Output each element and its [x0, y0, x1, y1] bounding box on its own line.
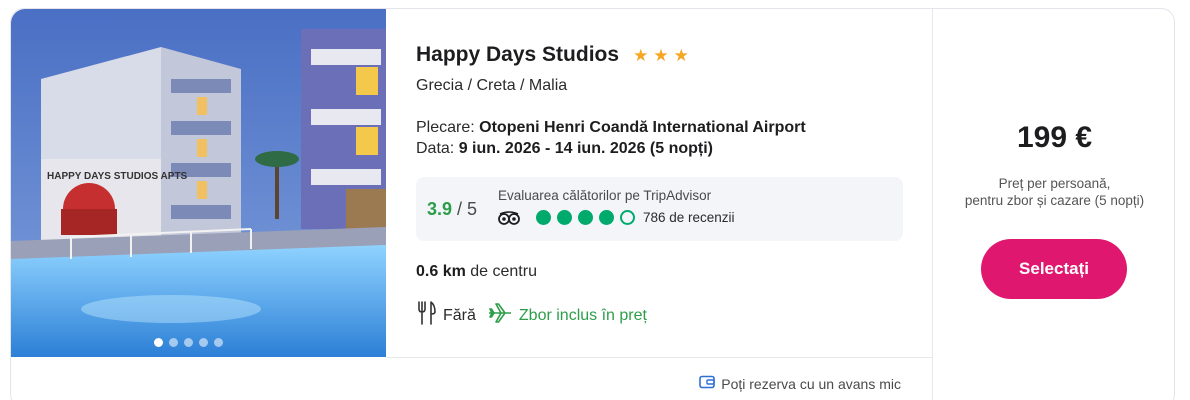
star-icon: ★ — [633, 45, 649, 65]
rating-score: 3.9 / 5 — [427, 199, 477, 220]
tripadvisor-rating: 3.9 / 5 Evaluarea călătorilor pe TripAdv… — [416, 177, 903, 241]
rating-label: Evaluarea călătorilor pe TripAdvisor — [498, 188, 712, 203]
meal-feature: Fără — [416, 301, 476, 330]
wallet-icon — [699, 375, 716, 392]
flight-feature: Zbor inclus în preț — [488, 302, 647, 329]
hotel-photo-image: HAPPY DAYS STUDIOS APTS — [11, 9, 386, 357]
date-value: 9 iun. 2026 - 14 iun. 2026 (5 nopți) — [458, 140, 713, 157]
slide-dot[interactable] — [199, 338, 208, 347]
slide-dot[interactable] — [169, 338, 178, 347]
rating-bubbles-row: 786 de recenzii — [498, 210, 735, 225]
cutlery-icon — [416, 301, 436, 330]
deposit-text: Poți rezerva cu un avans mic — [721, 375, 901, 392]
tripadvisor-owl-icon — [498, 210, 520, 225]
airplane-icon — [488, 302, 512, 329]
slide-dot[interactable] — [154, 338, 163, 347]
meal-label: Fără — [443, 306, 476, 324]
price-note-line1: Preț per persoană, — [998, 176, 1111, 191]
slide-dot[interactable] — [184, 338, 193, 347]
hotel-name[interactable]: Happy Days Studios — [416, 43, 619, 67]
hotel-photo[interactable]: HAPPY DAYS STUDIOS APTS — [11, 9, 386, 357]
rating-bubble-filled — [536, 210, 551, 225]
rating-score-value: 3.9 — [427, 199, 453, 219]
bottom-divider — [386, 357, 933, 358]
photo-slide-indicator — [11, 338, 386, 347]
hotel-card: HAPPY DAYS STUDIOS APTS Happy Days Studi… — [10, 8, 1175, 400]
select-button[interactable]: Selectați — [981, 239, 1127, 299]
star-icon: ★ — [653, 45, 669, 65]
review-count[interactable]: 786 de recenzii — [643, 210, 735, 225]
distance-to-center: 0.6 km de centru — [416, 263, 537, 281]
departure-airport: Otopeni Henri Coandă International Airpo… — [479, 119, 806, 136]
departure-line: Plecare: Otopeni Henri Coandă Internatio… — [416, 117, 806, 138]
rating-bubble-filled — [599, 210, 614, 225]
deposit-note[interactable]: Poți rezerva cu un avans mic — [699, 375, 901, 392]
rating-score-max: / 5 — [457, 199, 478, 219]
feature-list: Fără Zbor inclus în preț — [416, 301, 659, 330]
rating-bubble-filled — [557, 210, 572, 225]
star-rating: ★ ★ ★ — [633, 47, 689, 64]
photo-sign-text: HAPPY DAYS STUDIOS APTS — [47, 171, 188, 182]
date-label: Data: — [416, 140, 455, 157]
price-value: 199 € — [1016, 121, 1093, 154]
distance-suffix: de centru — [470, 263, 537, 280]
departure-info: Plecare: Otopeni Henri Coandă Internatio… — [416, 117, 806, 159]
date-line: Data: 9 iun. 2026 - 14 iun. 2026 (5 nopț… — [416, 138, 806, 159]
departure-label: Plecare: — [416, 119, 475, 136]
hotel-location: Grecia / Creta / Malia — [416, 77, 568, 94]
flight-label: Zbor inclus în preț — [518, 306, 647, 324]
rating-bubble-empty — [620, 210, 635, 225]
rating-bubble-filled — [578, 210, 593, 225]
price-panel: 199 € Preț per persoană, pentru zbor și … — [933, 9, 1174, 400]
price-note-line2: pentru zbor și cazare (5 nopți) — [964, 193, 1145, 208]
title-row: Happy Days Studios ★ ★ ★ — [416, 43, 689, 67]
price-note: Preț per persoană, pentru zbor și cazare… — [933, 175, 1174, 209]
star-icon: ★ — [673, 45, 689, 65]
distance-value: 0.6 km — [416, 263, 466, 280]
slide-dot[interactable] — [214, 338, 223, 347]
